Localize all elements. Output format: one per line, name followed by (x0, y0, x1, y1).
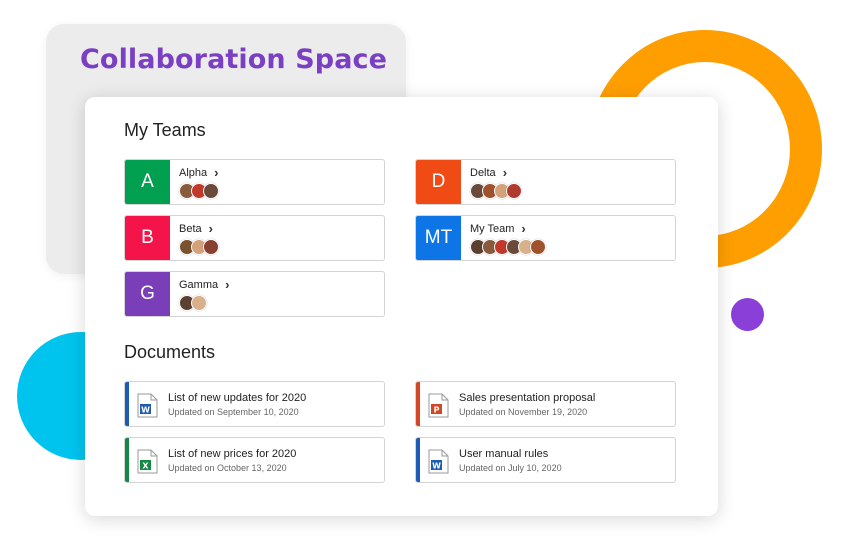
documents-heading: Documents (124, 342, 216, 362)
file-type-letter: W (432, 461, 441, 470)
document-card-manual[interactable]: W User manual rules Updated on July 10, … (415, 437, 676, 483)
document-updated-date: Updated on October 13, 2020 (168, 463, 287, 473)
document-accent-stripe (125, 438, 129, 482)
chevron-right-icon: › (225, 277, 230, 292)
document-card-prices[interactable]: X List of new prices for 2020 Updated on… (124, 437, 385, 483)
document-title: List of new updates for 2020 (168, 392, 307, 404)
word-doc-icon: W (137, 393, 158, 418)
team-name: Delta (470, 167, 496, 179)
file-type-letter: W (141, 405, 150, 414)
file-type-letter: X (142, 461, 149, 470)
document-accent-stripe (416, 438, 420, 482)
avatar (203, 239, 219, 255)
chevron-right-icon: › (214, 165, 219, 180)
team-card-alpha[interactable]: A Alpha › (124, 159, 385, 205)
team-avatars (179, 183, 219, 199)
chevron-right-icon: › (208, 221, 213, 236)
team-badge: B (125, 216, 170, 260)
team-name: Gamma (179, 279, 219, 291)
document-updated-date: Updated on September 10, 2020 (168, 407, 299, 417)
team-badge: G (125, 272, 170, 316)
document-updated-date: Updated on November 19, 2020 (459, 407, 588, 417)
document-title: Sales presentation proposal (459, 392, 596, 404)
document-card-sales[interactable]: P Sales presentation proposal Updated on… (415, 381, 676, 427)
team-card-my-team[interactable]: MT My Team › (415, 215, 676, 261)
team-name: Alpha (179, 167, 208, 179)
document-card-updates[interactable]: W List of new updates for 2020 Updated o… (124, 381, 385, 427)
decorative-purple-dot (731, 298, 764, 331)
document-title: List of new prices for 2020 (168, 448, 297, 460)
avatar (191, 295, 207, 311)
team-avatars (179, 239, 219, 255)
file-type-letter: P (434, 405, 440, 414)
team-card-delta[interactable]: D Delta › (415, 159, 676, 205)
team-name: My Team (470, 223, 515, 235)
team-badge: MT (416, 216, 461, 260)
team-card-gamma[interactable]: G Gamma › (124, 271, 385, 317)
document-accent-stripe (125, 382, 129, 426)
excel-doc-icon: X (137, 449, 158, 474)
avatar (530, 239, 546, 255)
avatar (203, 183, 219, 199)
team-avatars (179, 295, 229, 311)
collaboration-panel: My Teams A Alpha › B Beta › G Gamma › D … (85, 97, 718, 516)
chevron-right-icon: › (502, 165, 508, 180)
document-updated-date: Updated on July 10, 2020 (459, 463, 562, 473)
word-doc-icon: W (428, 449, 449, 474)
team-badge: D (416, 160, 461, 204)
powerpoint-doc-icon: P (428, 393, 449, 418)
chevron-right-icon: › (521, 221, 526, 236)
my-teams-heading: My Teams (124, 120, 206, 140)
avatar (506, 183, 522, 199)
team-badge: A (125, 160, 170, 204)
page-title: Collaboration Space (80, 44, 388, 75)
team-card-beta[interactable]: B Beta › (124, 215, 385, 261)
document-accent-stripe (416, 382, 420, 426)
team-name: Beta (179, 223, 202, 235)
document-title: User manual rules (459, 448, 549, 460)
team-avatars (470, 239, 546, 255)
team-avatars (470, 183, 522, 199)
